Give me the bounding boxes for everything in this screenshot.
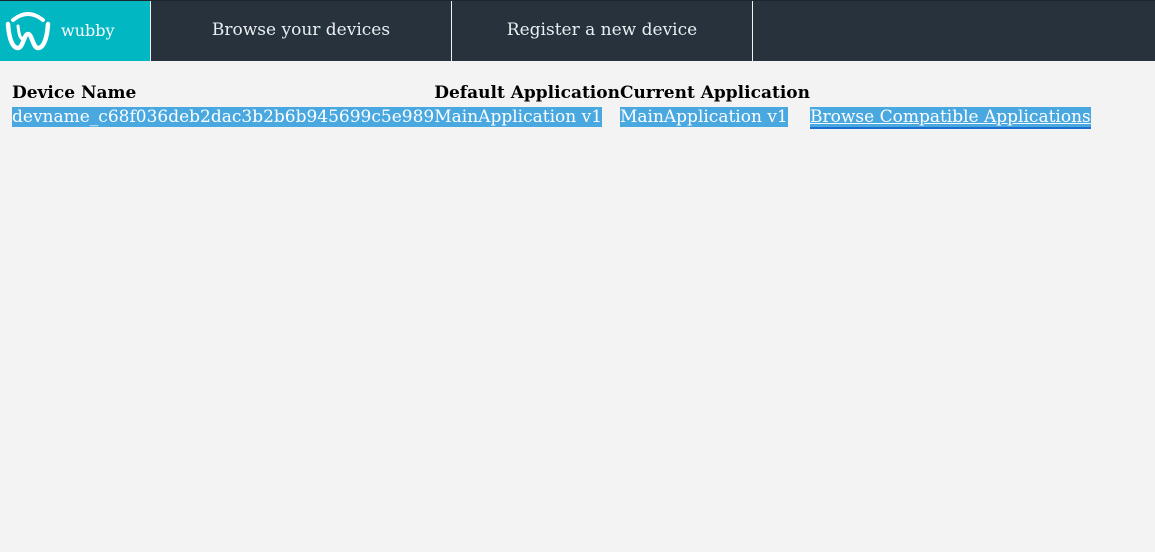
current-application-cell: MainApplication v1: [619, 104, 810, 129]
table-header-row: Device Name Default Application Current …: [12, 82, 1091, 104]
wubby-logo-icon: [4, 9, 52, 53]
nav-browse-devices[interactable]: Browse your devices: [151, 1, 452, 61]
device-name-cell: devname_c68f036deb2dac3b2b6b945699c5e989: [12, 104, 435, 129]
brand-name: wubby: [61, 20, 115, 40]
header-current-application: Current Application: [619, 83, 810, 103]
action-cell: Browse Compatible Applications: [809, 104, 1091, 129]
devices-table: Device Name Default Application Current …: [12, 82, 1091, 129]
header-default-application: Default Application: [434, 83, 620, 103]
top-navbar: wubby Browse your devices Register a new…: [0, 0, 1155, 61]
current-application-value: MainApplication v1: [619, 106, 788, 127]
default-application-value: MainApplication v1: [434, 106, 603, 127]
device-name-value: devname_c68f036deb2dac3b2b6b945699c5e989: [12, 106, 435, 127]
default-application-cell: MainApplication v1: [434, 104, 620, 129]
nav-register-device[interactable]: Register a new device: [452, 1, 753, 61]
browse-compatible-applications-link[interactable]: Browse Compatible Applications: [809, 106, 1091, 129]
header-device-name: Device Name: [12, 83, 137, 103]
brand-home-link[interactable]: wubby: [0, 1, 151, 61]
table-row: devname_c68f036deb2dac3b2b6b945699c5e989…: [12, 104, 1091, 129]
header-actions: [810, 82, 1091, 104]
devices-content: Device Name Default Application Current …: [12, 82, 1091, 129]
